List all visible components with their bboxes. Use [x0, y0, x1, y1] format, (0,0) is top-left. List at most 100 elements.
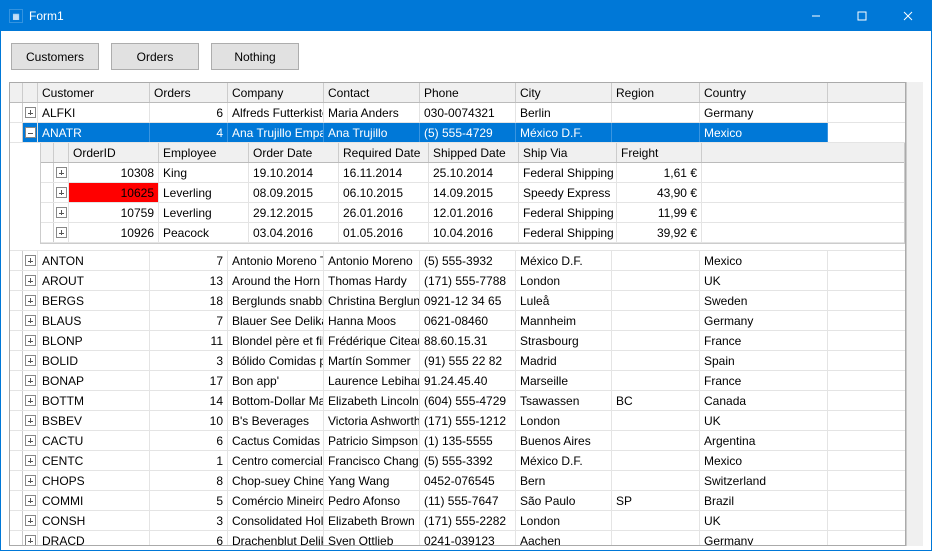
cell-contact: Maria Anders: [324, 103, 420, 122]
child-expand-toggle[interactable]: [54, 203, 69, 222]
plus-icon: [25, 375, 36, 386]
child-col-requireddate[interactable]: Required Date: [339, 143, 429, 162]
expand-toggle[interactable]: [23, 511, 38, 530]
col-contact[interactable]: Contact: [324, 83, 420, 102]
expand-toggle[interactable]: [23, 531, 38, 545]
table-row[interactable]: BERGS18Berglunds snabbköChristina Berglu…: [10, 291, 905, 311]
child-col-orderdate[interactable]: Order Date: [249, 143, 339, 162]
col-company[interactable]: Company: [228, 83, 324, 102]
col-phone[interactable]: Phone: [420, 83, 516, 102]
col-orders[interactable]: Orders: [150, 83, 228, 102]
cell-city: Bern: [516, 471, 612, 490]
plus-icon: [25, 395, 36, 406]
cell-customer: ANATR: [38, 123, 150, 142]
expand-toggle[interactable]: [23, 123, 38, 142]
cell-company: Blauer See Delikat: [228, 311, 324, 330]
child-col-freight[interactable]: Freight: [617, 143, 702, 162]
table-row[interactable]: ANATR4Ana Trujillo EmpareAna Trujillo(5)…: [10, 123, 905, 143]
table-row[interactable]: ANTON7Antonio Moreno TaAntonio Moreno(5)…: [10, 251, 905, 271]
child-col-orderid[interactable]: OrderID: [69, 143, 159, 162]
col-region[interactable]: Region: [612, 83, 700, 102]
expand-toggle[interactable]: [23, 451, 38, 470]
grid-body[interactable]: ALFKI6Alfreds FutterkisteMaria Anders030…: [10, 103, 905, 545]
child-table-row[interactable]: 10308King19.10.201416.11.201425.10.2014F…: [41, 163, 904, 183]
table-row[interactable]: BOLID3Bólido Comidas preMartín Sommer(91…: [10, 351, 905, 371]
cell-city: Luleå: [516, 291, 612, 310]
cell-phone: (11) 555-7647: [420, 491, 516, 510]
row-gutter: [10, 431, 23, 450]
child-expand-toggle[interactable]: [54, 163, 69, 182]
table-row[interactable]: BOTTM14Bottom-Dollar MarkElizabeth Linco…: [10, 391, 905, 411]
cell-country: Mexico: [700, 123, 828, 142]
col-country[interactable]: Country: [700, 83, 828, 102]
cell-region: SP: [612, 491, 700, 510]
table-row[interactable]: CONSH3Consolidated HoldiElizabeth Brown(…: [10, 511, 905, 531]
expand-toggle[interactable]: [23, 471, 38, 490]
cell-shippeddate: 10.04.2016: [429, 223, 519, 242]
window-title: Form1: [29, 9, 64, 23]
child-grid[interactable]: OrderID Employee Order Date Required Dat…: [40, 143, 905, 244]
expand-toggle[interactable]: [23, 291, 38, 310]
cell-customer: DRACD: [38, 531, 150, 545]
cell-phone: (171) 555-2282: [420, 511, 516, 530]
close-button[interactable]: [885, 1, 931, 31]
table-row[interactable]: BLONP11Blondel père et filsFrédérique Ci…: [10, 331, 905, 351]
expand-toggle[interactable]: [23, 271, 38, 290]
child-expand-toggle[interactable]: [54, 223, 69, 242]
expand-toggle[interactable]: [23, 491, 38, 510]
cell-orders: 6: [150, 431, 228, 450]
table-row[interactable]: BLAUS7Blauer See DelikatHanna Moos0621-0…: [10, 311, 905, 331]
orders-button[interactable]: Orders: [111, 43, 199, 70]
table-row[interactable]: COMMI5Comércio MineiroPedro Afonso(11) 5…: [10, 491, 905, 511]
cell-orders: 3: [150, 511, 228, 530]
maximize-button[interactable]: [839, 1, 885, 31]
cell-phone: 0452-076545: [420, 471, 516, 490]
table-row[interactable]: AROUT13Around the HornThomas Hardy(171) …: [10, 271, 905, 291]
expand-toggle[interactable]: [23, 431, 38, 450]
table-row[interactable]: BSBEV10B's BeveragesVictoria Ashworth(17…: [10, 411, 905, 431]
table-row[interactable]: DRACD6Drachenblut DelikaSven Ottlieb0241…: [10, 531, 905, 545]
child-table-row[interactable]: 10759Leverling29.12.201526.01.201612.01.…: [41, 203, 904, 223]
table-row[interactable]: CENTC1Centro comercial MFrancisco Chang(…: [10, 451, 905, 471]
cell-employee: King: [159, 163, 249, 182]
child-table-row[interactable]: 10625Leverling08.09.201506.10.201514.09.…: [41, 183, 904, 203]
child-row-gutter: [41, 183, 54, 202]
minimize-button[interactable]: [793, 1, 839, 31]
cell-region: [612, 351, 700, 370]
table-row[interactable]: CACTU6Cactus Comidas paPatricio Simpson(…: [10, 431, 905, 451]
col-city[interactable]: City: [516, 83, 612, 102]
data-grid[interactable]: Customer Orders Company Contact Phone Ci…: [9, 82, 906, 546]
cell-country: Switzerland: [700, 471, 828, 490]
child-col-shippeddate[interactable]: Shipped Date: [429, 143, 519, 162]
vertical-scrollbar[interactable]: [906, 82, 923, 546]
cell-contact: Frédérique Citeaux: [324, 331, 420, 350]
cell-contact: Elizabeth Brown: [324, 511, 420, 530]
cell-region: BC: [612, 391, 700, 410]
table-row[interactable]: BONAP17Bon app'Laurence Lebihan91.24.45.…: [10, 371, 905, 391]
table-row[interactable]: ALFKI6Alfreds FutterkisteMaria Anders030…: [10, 103, 905, 123]
child-expand-toggle[interactable]: [54, 183, 69, 202]
expand-toggle[interactable]: [23, 371, 38, 390]
cell-shipvia: Federal Shipping: [519, 203, 617, 222]
col-customer[interactable]: Customer: [38, 83, 150, 102]
cell-contact: Hanna Moos: [324, 311, 420, 330]
customers-button[interactable]: Customers: [11, 43, 99, 70]
expand-toggle[interactable]: [23, 251, 38, 270]
cell-country: UK: [700, 511, 828, 530]
expand-toggle[interactable]: [23, 103, 38, 122]
child-table-row[interactable]: 10926Peacock03.04.201601.05.201610.04.20…: [41, 223, 904, 243]
plus-icon: [25, 315, 36, 326]
child-col-employee[interactable]: Employee: [159, 143, 249, 162]
expand-toggle[interactable]: [23, 391, 38, 410]
expand-toggle[interactable]: [23, 351, 38, 370]
cell-contact: Francisco Chang: [324, 451, 420, 470]
nothing-button[interactable]: Nothing: [211, 43, 299, 70]
plus-icon: [25, 107, 36, 118]
cell-phone: 0241-039123: [420, 531, 516, 545]
expand-toggle[interactable]: [23, 311, 38, 330]
cell-orderid: 10625: [69, 183, 159, 202]
expand-toggle[interactable]: [23, 411, 38, 430]
expand-toggle[interactable]: [23, 331, 38, 350]
table-row[interactable]: CHOPS8Chop-suey ChineseYang Wang0452-076…: [10, 471, 905, 491]
child-col-shipvia[interactable]: Ship Via: [519, 143, 617, 162]
